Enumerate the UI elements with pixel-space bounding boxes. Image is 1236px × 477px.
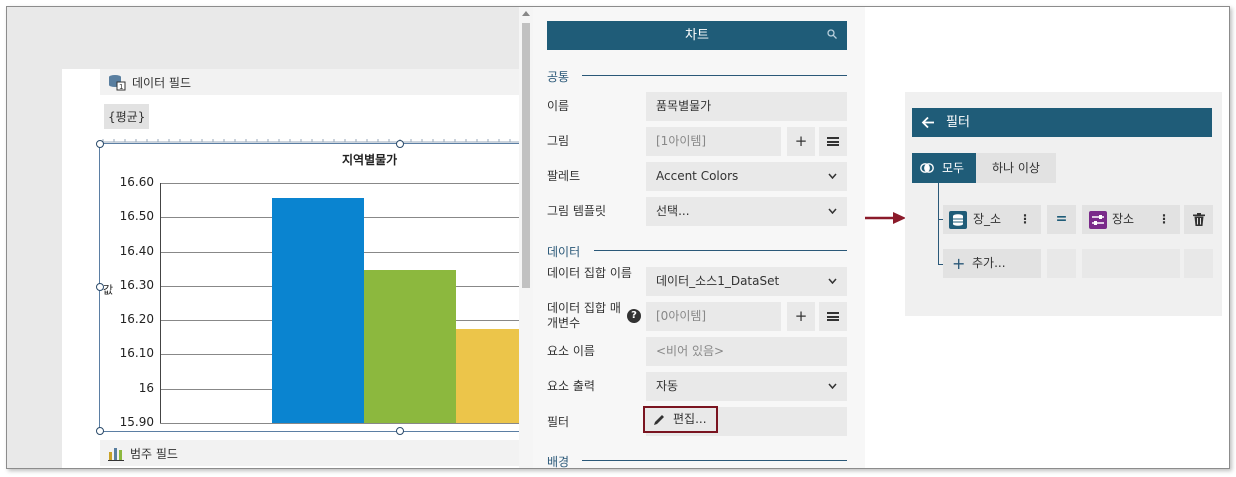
left-operand[interactable]: 장_소 ⋮ bbox=[943, 205, 1041, 234]
back-arrow-icon[interactable] bbox=[921, 108, 935, 137]
filter-panel: 필터 모두 하나 이상 장_소 ⋮ = 장소 ⋮ + 추가... bbox=[905, 92, 1222, 316]
parameter-icon bbox=[1089, 211, 1107, 229]
dataset-name-label: 데이터 집합 이름 bbox=[547, 266, 632, 280]
palette-select[interactable]: Accent Colors bbox=[646, 162, 847, 191]
chevron-down-icon bbox=[828, 383, 837, 389]
category-field-label: 범주 필드 bbox=[130, 446, 178, 461]
category-field-zone[interactable]: 범주 필드 bbox=[100, 440, 519, 466]
palette-value: Accent Colors bbox=[656, 169, 739, 183]
operator-button[interactable]: = bbox=[1047, 205, 1076, 234]
y-tick-label: 16.20 bbox=[119, 312, 154, 327]
database-icon bbox=[949, 211, 967, 229]
mode-all-label: 모두 bbox=[942, 161, 965, 175]
left-operand-label: 장_소 bbox=[973, 212, 1002, 226]
element-output-select[interactable]: 자동 bbox=[646, 372, 847, 401]
grid-line bbox=[160, 183, 520, 184]
pencil-icon bbox=[654, 415, 664, 425]
screenshot-frame: 1 데이터 필드 {평균} 지역별물가 값 16.60 16.50 16.40 16.… bbox=[6, 6, 1230, 469]
canvas-scrollbar[interactable] bbox=[519, 7, 533, 468]
intersect-icon bbox=[920, 163, 934, 173]
y-tick-label: 16.40 bbox=[119, 243, 154, 258]
y-tick-label: 16.60 bbox=[119, 175, 154, 189]
plus-icon: + bbox=[952, 254, 966, 273]
image-template-value: 선택... bbox=[656, 204, 690, 218]
help-icon[interactable]: ? bbox=[627, 309, 641, 323]
section-data-title: 데이터 bbox=[547, 245, 581, 259]
section-background: 배경 bbox=[547, 453, 847, 469]
more-options-icon[interactable]: ⋮ bbox=[1158, 205, 1170, 234]
filter-header: 필터 bbox=[912, 108, 1212, 137]
add-condition-button[interactable]: + 추가... bbox=[943, 249, 1041, 278]
delete-button[interactable] bbox=[1184, 205, 1213, 234]
search-icon[interactable] bbox=[827, 29, 837, 39]
name-label: 이름 bbox=[547, 99, 570, 113]
chart-bar bbox=[272, 198, 364, 423]
y-tick-label: 16.10 bbox=[119, 346, 154, 361]
section-general: 공통 bbox=[547, 68, 847, 85]
mode-any-toggle[interactable]: 하나 이상 bbox=[976, 153, 1056, 183]
image-menu-button[interactable] bbox=[819, 127, 847, 156]
y-tick-label: 16 bbox=[138, 380, 154, 395]
section-background-title: 배경 bbox=[547, 455, 570, 469]
right-operand-label: 장소 bbox=[1112, 212, 1135, 226]
image-field[interactable]: [1아이템] bbox=[646, 127, 781, 156]
menu-icon bbox=[827, 312, 839, 321]
arrow-right-icon bbox=[865, 212, 906, 224]
chevron-down-icon bbox=[828, 208, 837, 214]
dataset-name-select[interactable]: 데이터_소스1_DataSet bbox=[646, 267, 847, 296]
dataset-param-label: 데이터 집합 매개변수 bbox=[547, 301, 621, 330]
add-condition-label: 추가... bbox=[972, 256, 1006, 270]
name-field[interactable]: 품목별물가 bbox=[646, 92, 847, 121]
y-tick-label: 15.90 bbox=[119, 415, 154, 429]
dataset-param-field[interactable]: [0아이템] bbox=[646, 302, 781, 331]
image-template-label: 그림 템플릿 bbox=[547, 204, 607, 218]
dataset-name-value: 데이터_소스1_DataSet bbox=[656, 274, 780, 288]
placeholder-cell bbox=[1082, 249, 1180, 278]
dataset-param-add-button[interactable]: + bbox=[787, 302, 815, 331]
section-general-title: 공통 bbox=[547, 70, 570, 84]
filter-edit-button[interactable]: 편집... bbox=[643, 406, 718, 433]
grid-line bbox=[160, 423, 520, 424]
dataset-param-menu-button[interactable] bbox=[819, 302, 847, 331]
palette-label: 팔레트 bbox=[547, 169, 581, 183]
chart-plot-area: 16.60 16.50 16.40 16.30 16.20 16.10 16 15.90 bbox=[62, 69, 548, 468]
properties-panel: 차트 공통 이름 품목별물가 그림 [1아이템] + 팔레트 Accent Co… bbox=[533, 7, 865, 468]
properties-title: 차트 bbox=[685, 28, 709, 43]
filter-title: 필터 bbox=[946, 115, 970, 130]
report-page: 1 데이터 필드 {평균} 지역별물가 값 16.60 16.50 16.40 16.… bbox=[62, 69, 548, 468]
placeholder-cell bbox=[1047, 249, 1076, 278]
more-options-icon[interactable]: ⋮ bbox=[1019, 205, 1031, 234]
y-tick-label: 16.50 bbox=[119, 209, 154, 224]
element-name-field[interactable]: <비어 있음> bbox=[646, 337, 847, 366]
section-data: 데이터 bbox=[547, 243, 847, 260]
menu-icon bbox=[827, 137, 839, 146]
element-output-label: 요소 출력 bbox=[547, 379, 595, 393]
properties-header: 차트 bbox=[547, 21, 847, 50]
scroll-thumb[interactable] bbox=[522, 23, 530, 288]
chart-bar bbox=[364, 270, 456, 423]
chevron-down-icon bbox=[828, 278, 837, 284]
design-canvas: 1 데이터 필드 {평균} 지역별물가 값 16.60 16.50 16.40 16.… bbox=[7, 7, 548, 468]
image-label: 그림 bbox=[547, 134, 570, 148]
image-add-button[interactable]: + bbox=[787, 127, 815, 156]
placeholder-cell bbox=[1184, 249, 1213, 278]
mode-all-toggle[interactable]: 모두 bbox=[912, 153, 976, 183]
y-axis-line bbox=[160, 183, 161, 423]
chevron-down-icon bbox=[828, 173, 837, 179]
element-name-label: 요소 이름 bbox=[547, 344, 595, 358]
right-operand[interactable]: 장소 ⋮ bbox=[1082, 205, 1180, 234]
scroll-up-arrow[interactable] bbox=[522, 11, 530, 16]
bar-chart-icon bbox=[108, 448, 124, 461]
image-template-select[interactable]: 선택... bbox=[646, 197, 847, 226]
filter-edit-label: 편집... bbox=[673, 412, 707, 426]
filter-label: 필터 bbox=[547, 415, 570, 429]
trash-icon bbox=[1193, 213, 1205, 226]
y-tick-label: 16.30 bbox=[119, 277, 154, 292]
tree-connector bbox=[938, 183, 939, 264]
element-output-value: 자동 bbox=[656, 379, 679, 393]
